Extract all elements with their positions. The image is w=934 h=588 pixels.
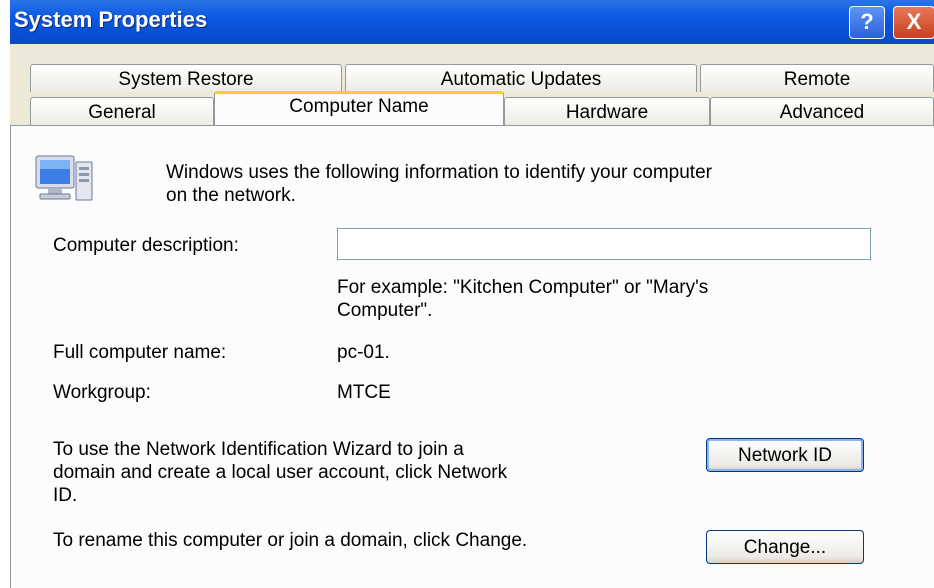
window-title: System Properties xyxy=(14,7,208,32)
wizard-text-line2: domain and create a local user account, … xyxy=(53,462,508,483)
network-id-button[interactable]: Network ID xyxy=(706,438,864,472)
computer-icon xyxy=(35,155,93,201)
computer-description-input[interactable] xyxy=(337,228,871,260)
tab-hardware[interactable]: Hardware xyxy=(504,97,710,125)
example-text-line1: For example: "Kitchen Computer" or "Mary… xyxy=(337,277,709,298)
tab-system-restore[interactable]: System Restore xyxy=(30,64,342,92)
change-button[interactable]: Change... xyxy=(706,530,864,564)
close-button[interactable]: X xyxy=(893,6,934,39)
intro-text-line2: on the network. xyxy=(166,185,296,206)
tab-remote[interactable]: Remote xyxy=(700,64,934,92)
full-name-label: Full computer name: xyxy=(53,342,227,363)
example-text-line2: Computer". xyxy=(337,300,433,321)
tab-automatic-updates[interactable]: Automatic Updates xyxy=(345,64,697,92)
tab-general[interactable]: General xyxy=(30,97,214,125)
description-label: Computer description: xyxy=(53,235,239,256)
wizard-text-line3: ID. xyxy=(53,485,78,506)
rename-text: To rename this computer or join a domain… xyxy=(53,530,528,551)
wizard-text-line1: To use the Network Identification Wizard… xyxy=(53,439,464,460)
intro-text-line1: Windows uses the following information t… xyxy=(166,162,712,183)
full-name-value: pc-01. xyxy=(337,342,390,363)
tab-advanced[interactable]: Advanced xyxy=(710,97,934,125)
workgroup-value: MTCE xyxy=(337,382,391,403)
title-bar[interactable]: System Properties ? X xyxy=(10,0,934,44)
tab-computer-name[interactable]: Computer Name xyxy=(214,91,504,125)
workgroup-label: Workgroup: xyxy=(53,382,151,403)
help-button[interactable]: ? xyxy=(849,6,885,39)
